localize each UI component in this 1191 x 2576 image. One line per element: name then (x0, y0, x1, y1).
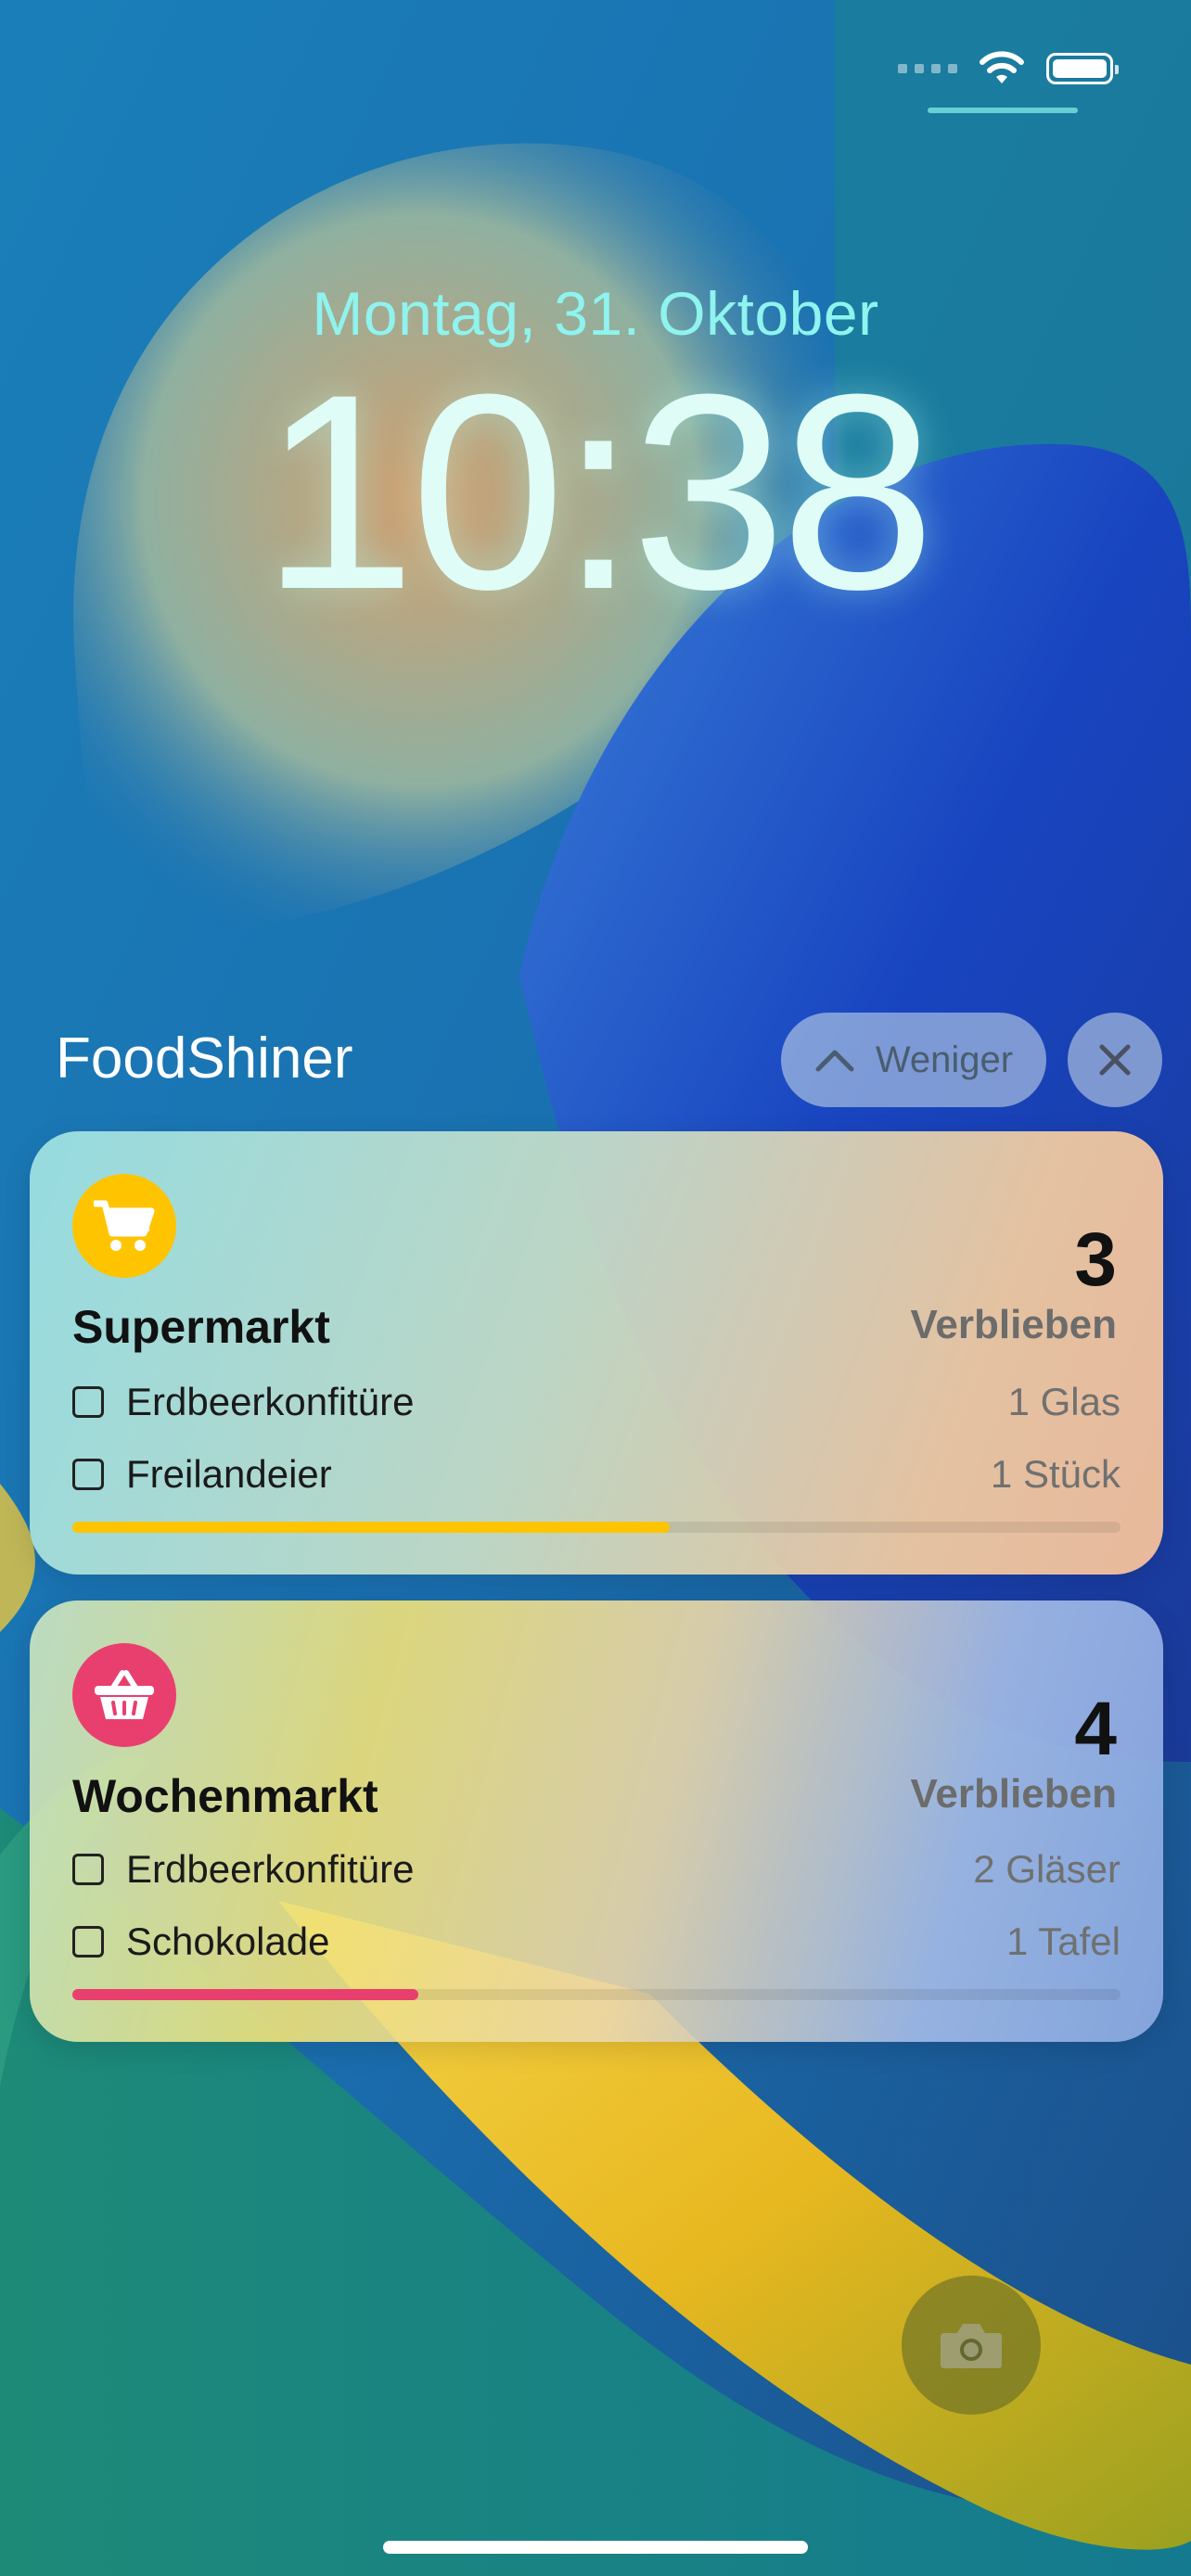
checkbox[interactable] (72, 1386, 104, 1418)
home-indicator[interactable] (383, 2541, 808, 2554)
status-bar (898, 41, 1119, 96)
progress-bar-fill (72, 1522, 671, 1533)
control-center-indicator[interactable] (928, 108, 1078, 113)
list-item[interactable]: Erdbeerkonfitüre 2 Gläser (72, 1842, 1121, 1897)
notification-app-name: FoodShiner (56, 1027, 353, 1090)
progress-bar-fill (72, 1989, 418, 2000)
list-title: Wochenmarkt (72, 1770, 378, 1822)
checkbox[interactable] (72, 1926, 104, 1958)
item-quantity: 2 Gläser (973, 1847, 1121, 1891)
list-item[interactable]: Freilandeier 1 Stück (72, 1447, 1121, 1502)
remaining-count: 3 (1074, 1218, 1117, 1302)
clear-notifications-button[interactable] (1068, 1013, 1162, 1107)
list-item[interactable]: Schokolade 1 Tafel (72, 1914, 1121, 1970)
notification-card-supermarkt[interactable]: 3 Supermarkt Verblieben Erdbeerkonfitüre… (30, 1131, 1163, 1575)
shopping-cart-icon (94, 1200, 155, 1251)
camera-icon (941, 2324, 1002, 2368)
basket-icon (95, 1670, 154, 1719)
show-less-button[interactable]: Weniger (781, 1013, 1046, 1107)
lockscreen-time: 10:38 (261, 336, 936, 647)
notification-card-wochenmarkt[interactable]: 4 Wochenmarkt Verblieben Erdbeerkonfitür… (30, 1600, 1163, 2042)
list-title: Supermarkt (72, 1301, 330, 1353)
checkbox[interactable] (72, 1854, 104, 1885)
item-name: Freilandeier (126, 1452, 332, 1496)
progress-bar (72, 1989, 1121, 2000)
card-icon-badge (72, 1643, 176, 1747)
chevron-up-icon (815, 1050, 854, 1072)
item-quantity: 1 Glas (1007, 1380, 1121, 1423)
show-less-label: Weniger (875, 1039, 1014, 1080)
item-name: Schokolade (126, 1919, 330, 1963)
list-item[interactable]: Erdbeerkonfitüre 1 Glas (72, 1374, 1121, 1430)
item-quantity: 1 Stück (990, 1452, 1121, 1496)
camera-button[interactable] (902, 2276, 1041, 2415)
checkbox[interactable] (72, 1459, 104, 1490)
remaining-label: Verblieben (910, 1771, 1117, 1817)
remaining-count: 4 (1074, 1687, 1117, 1771)
cellular-signal-icon (898, 64, 957, 73)
progress-bar (72, 1522, 1121, 1533)
battery-icon (1046, 53, 1119, 84)
item-name: Erdbeerkonfitüre (126, 1847, 415, 1891)
close-icon (1099, 1044, 1131, 1076)
item-quantity: 1 Tafel (1006, 1919, 1121, 1963)
card-icon-badge (72, 1174, 176, 1278)
wifi-icon (980, 51, 1024, 83)
item-name: Erdbeerkonfitüre (126, 1380, 415, 1423)
remaining-label: Verblieben (910, 1302, 1117, 1347)
